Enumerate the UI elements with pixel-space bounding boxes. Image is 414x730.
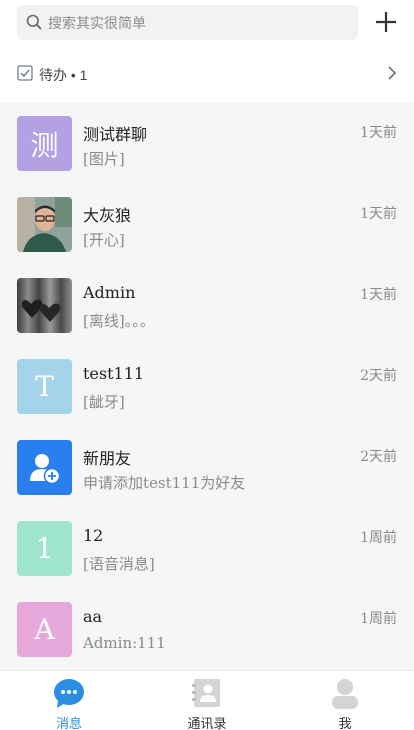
hearts-photo-icon bbox=[17, 278, 72, 333]
conversation-preview: [语音消息] bbox=[83, 555, 155, 573]
add-button[interactable] bbox=[373, 9, 399, 35]
conversation-time: 1周前 bbox=[360, 530, 397, 546]
conversation-list: 测 测试群聊 [图片] 1天前 大灰狼 [开心] 1天前 Admin [离线]。… bbox=[0, 103, 414, 670]
avatar-letter: T bbox=[35, 370, 54, 403]
conversation-name: Admin bbox=[83, 283, 136, 302]
conversation-name: 新朋友 bbox=[83, 449, 132, 468]
conversation-time: 1天前 bbox=[360, 125, 397, 141]
avatar: T bbox=[17, 359, 72, 414]
top-bar: 搜索其实很简单 待办 • 1 bbox=[0, 0, 414, 103]
conversation-time: 1周前 bbox=[360, 611, 397, 627]
tab-label: 我 bbox=[338, 716, 352, 730]
conversation-preview: [开心] bbox=[83, 231, 125, 249]
search-placeholder: 搜索其实很简单 bbox=[48, 15, 146, 31]
conversation-preview: [图片] bbox=[83, 150, 125, 168]
conversation-time: 2天前 bbox=[360, 449, 397, 465]
avatar-letter: A bbox=[34, 613, 55, 646]
conversation-item[interactable]: 测 测试群聊 [图片] 1天前 bbox=[0, 103, 414, 184]
chat-bubble-icon bbox=[54, 679, 84, 708]
avatar: 1 bbox=[17, 521, 72, 576]
checkbox-icon bbox=[17, 65, 33, 81]
avatar-letter: 测 bbox=[30, 128, 59, 162]
conversation-item[interactable]: Admin [离线]。。。 1天前 bbox=[0, 265, 414, 346]
conversation-preview: [离线]。。。 bbox=[83, 312, 155, 330]
contacts-book-icon bbox=[192, 679, 220, 707]
search-row: 搜索其实很简单 bbox=[17, 5, 399, 40]
tab-me[interactable]: 我 bbox=[276, 671, 414, 730]
avatar bbox=[17, 278, 72, 333]
conversation-item[interactable]: T test111 [龇牙] 2天前 bbox=[0, 346, 414, 427]
avatar bbox=[17, 440, 72, 495]
conversation-item[interactable]: A aa Admin:111 1周前 bbox=[0, 589, 414, 670]
avatar-letter: 1 bbox=[35, 532, 54, 565]
conversation-time: 2天前 bbox=[360, 368, 397, 384]
conversation-time: 1天前 bbox=[360, 206, 397, 222]
todo-row[interactable]: 待办 • 1 bbox=[17, 60, 397, 86]
conversation-item[interactable]: 新朋友 申请添加test111为好友 2天前 bbox=[0, 427, 414, 508]
chevron-right-icon bbox=[388, 66, 397, 80]
conversation-name: 大灰狼 bbox=[83, 206, 132, 225]
conversation-name: 12 bbox=[83, 526, 104, 545]
avatar: 测 bbox=[17, 116, 72, 171]
conversation-preview: 申请添加test111为好友 bbox=[83, 474, 246, 492]
tab-contacts[interactable]: 通讯录 bbox=[138, 671, 276, 730]
tab-label: 通讯录 bbox=[187, 716, 227, 730]
conversation-preview: [龇牙] bbox=[83, 393, 125, 411]
conversation-name: test111 bbox=[83, 364, 145, 383]
person-icon bbox=[332, 679, 358, 709]
conversation-item[interactable]: 1 12 [语音消息] 1周前 bbox=[0, 508, 414, 589]
tab-bar: 消息 通讯录 我 bbox=[0, 670, 414, 730]
avatar bbox=[17, 197, 72, 252]
todo-label: 待办 • 1 bbox=[39, 67, 88, 83]
avatar: A bbox=[17, 602, 72, 657]
search-icon bbox=[26, 14, 42, 30]
conversation-item[interactable]: 大灰狼 [开心] 1天前 bbox=[0, 184, 414, 265]
search-input[interactable]: 搜索其实很简单 bbox=[17, 5, 358, 40]
tab-label: 消息 bbox=[55, 716, 82, 730]
conversation-time: 1天前 bbox=[360, 287, 397, 303]
tab-messages[interactable]: 消息 bbox=[0, 671, 138, 730]
add-friend-icon bbox=[29, 453, 60, 484]
conversation-preview: Admin:111 bbox=[83, 634, 166, 652]
conversation-name: 测试群聊 bbox=[83, 125, 148, 144]
user-photo-icon bbox=[17, 197, 72, 252]
conversation-name: aa bbox=[83, 607, 103, 626]
